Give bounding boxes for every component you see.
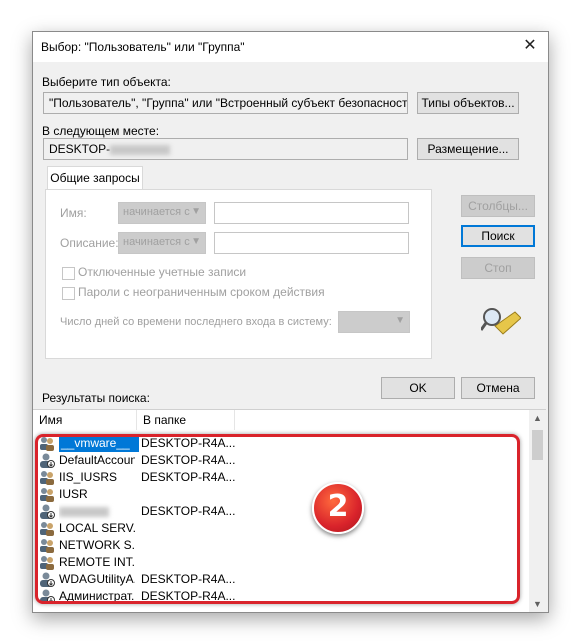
- description-match-value: начинается с: [123, 236, 190, 248]
- chevron-down-icon: ▼: [191, 236, 201, 247]
- close-icon[interactable]: ✕: [520, 36, 540, 56]
- column-header-folder[interactable]: В папке: [137, 410, 235, 430]
- description-match-select[interactable]: начинается с ▼: [118, 232, 206, 254]
- disabled-accounts-label: Отключенные учетные записи: [78, 265, 247, 279]
- cancel-button[interactable]: Отмена: [461, 377, 535, 399]
- object-types-button[interactable]: Типы объектов...: [417, 92, 519, 114]
- name-match-value: начинается с: [123, 206, 190, 218]
- tab-common-queries[interactable]: Общие запросы: [47, 166, 143, 190]
- description-label: Описание:: [60, 236, 119, 250]
- scroll-up-icon[interactable]: ▲: [529, 410, 546, 427]
- days-since-login-select[interactable]: ▼: [338, 311, 410, 333]
- step-number-badge: 2: [312, 482, 364, 534]
- location-label: В следующем месте:: [42, 124, 160, 138]
- location-value: DESKTOP-: [49, 142, 111, 156]
- days-since-login-label: Число дней со времени последнего входа в…: [60, 316, 332, 328]
- chevron-down-icon: ▼: [191, 206, 201, 217]
- column-header-name[interactable]: Имя: [33, 410, 137, 430]
- chevron-down-icon: ▼: [395, 315, 405, 326]
- search-button[interactable]: Поиск: [461, 225, 535, 247]
- scroll-down-icon[interactable]: ▼: [529, 596, 546, 612]
- ok-button[interactable]: OK: [381, 377, 455, 399]
- stop-button[interactable]: Стоп: [461, 257, 535, 279]
- non-expiring-password-checkbox[interactable]: [62, 287, 75, 300]
- vertical-scrollbar[interactable]: ▲ ▼: [529, 410, 546, 612]
- name-input[interactable]: [214, 202, 409, 224]
- location-field: DESKTOP-: [43, 138, 408, 160]
- redacted-computer-name: [110, 144, 171, 155]
- description-input[interactable]: [214, 232, 409, 254]
- name-label: Имя:: [60, 206, 87, 220]
- non-expiring-password-label: Пароли с неограниченным сроком действия: [78, 285, 325, 299]
- dialog-title: Выбор: "Пользователь" или "Группа": [41, 40, 245, 54]
- name-match-select[interactable]: начинается с ▼: [118, 202, 206, 224]
- common-queries-panel: Имя: начинается с ▼ Описание: начинается…: [45, 189, 432, 359]
- scroll-thumb[interactable]: [532, 430, 543, 460]
- object-type-label: Выберите тип объекта:: [42, 75, 171, 89]
- object-type-field: "Пользователь", "Группа" или "Встроенный…: [43, 92, 408, 114]
- locations-button[interactable]: Размещение...: [417, 138, 519, 160]
- results-label: Результаты поиска:: [42, 391, 150, 405]
- search-key-icon: [481, 308, 521, 335]
- disabled-accounts-checkbox[interactable]: [62, 267, 75, 280]
- results-highlight-frame: [35, 434, 520, 604]
- title-bar: Выбор: "Пользователь" или "Группа" ✕: [33, 32, 548, 62]
- columns-button[interactable]: Столбцы...: [461, 195, 535, 217]
